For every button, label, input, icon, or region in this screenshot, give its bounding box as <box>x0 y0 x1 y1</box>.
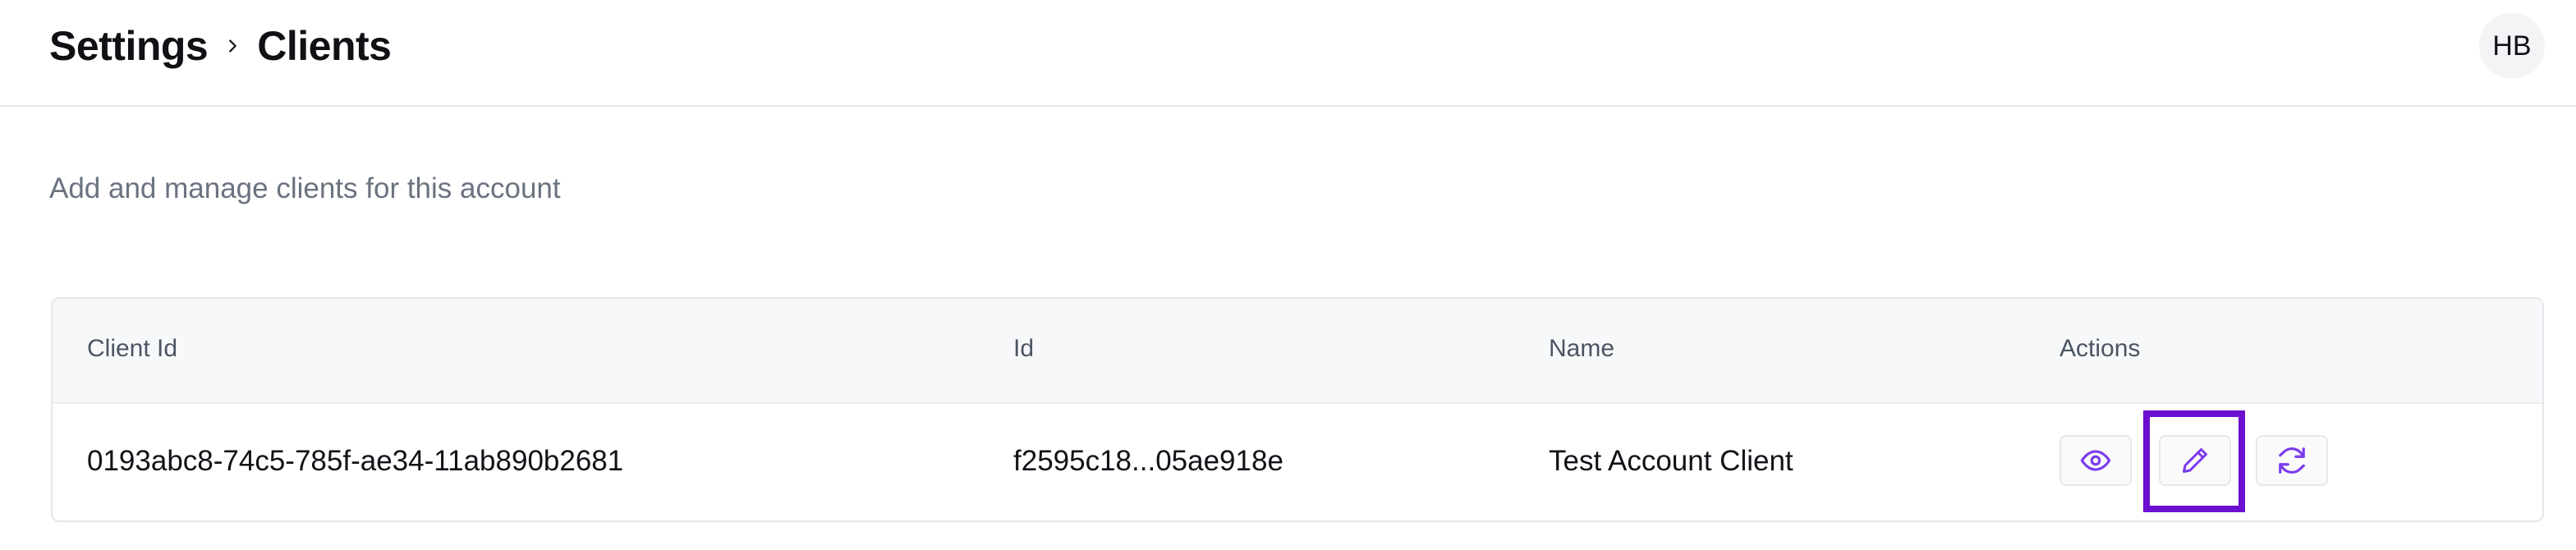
rotate-secret-button[interactable] <box>2256 435 2328 486</box>
chevron-right-icon <box>208 21 257 71</box>
cell-id: f2595c18...05ae918e <box>1013 445 1283 477</box>
breadcrumb: Settings Clients <box>49 21 392 71</box>
user-avatar[interactable]: HB <box>2479 13 2545 79</box>
pencil-icon <box>2183 448 2207 473</box>
cell-client-id: 0193abc8-74c5-785f-ae34-11ab890b2681 <box>87 445 624 477</box>
column-header-client-id: Client Id <box>87 335 178 362</box>
clients-table: Client Id Id Name Actions 0193abc8-74c5-… <box>51 297 2544 522</box>
breadcrumb-settings[interactable]: Settings <box>49 22 209 70</box>
eye-icon <box>2080 450 2111 471</box>
table-row: 0193abc8-74c5-785f-ae34-11ab890b2681 f25… <box>53 404 2542 520</box>
breadcrumb-clients: Clients <box>257 23 392 69</box>
column-header-name: Name <box>1549 335 1615 362</box>
view-button[interactable] <box>2059 435 2132 486</box>
cell-name: Test Account Client <box>1549 445 1793 477</box>
column-header-id: Id <box>1013 335 1035 362</box>
table-header: Client Id Id Name Actions <box>53 299 2542 404</box>
edit-button[interactable] <box>2159 435 2231 486</box>
top-header: Settings Clients HB <box>0 0 2576 107</box>
page: Settings Clients HB Add and manage clien… <box>0 0 2576 550</box>
refresh-icon <box>2279 447 2305 474</box>
column-header-actions: Actions <box>2059 335 2141 362</box>
page-description: Add and manage clients for this account <box>49 172 561 204</box>
